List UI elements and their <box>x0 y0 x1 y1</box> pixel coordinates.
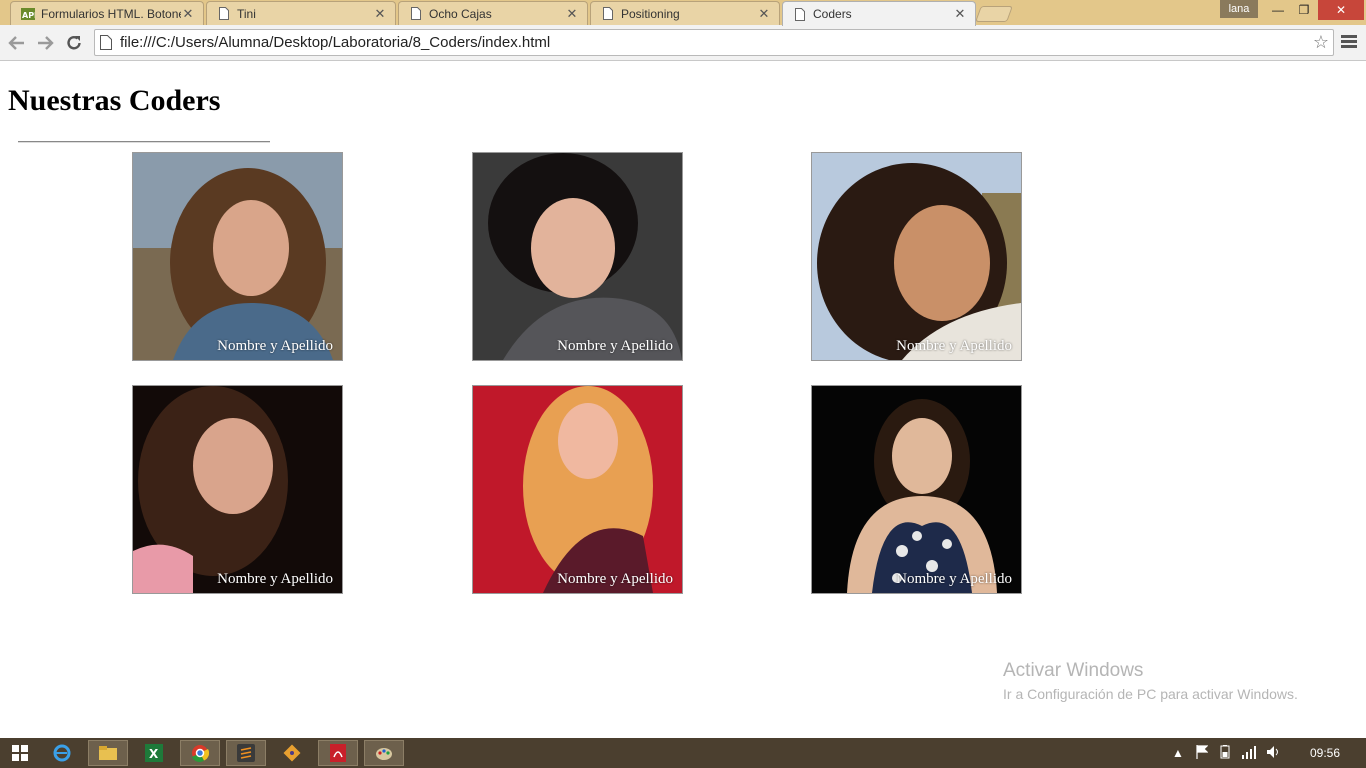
coder-card: Nombre y Apellido <box>132 385 343 594</box>
close-icon[interactable]: ✕ <box>757 6 771 21</box>
tab-title: Ocho Cajas <box>429 6 492 21</box>
coder-name: Nombre y Apellido <box>217 338 333 354</box>
close-icon[interactable]: ✕ <box>953 7 967 21</box>
tray-expand-icon[interactable]: ▲ <box>1172 746 1184 760</box>
page-content: Nuestras Coders Nombre y Apellido Nombre… <box>0 62 1366 738</box>
tab-ocho-cajas[interactable]: Ocho Cajas ✕ <box>398 1 588 25</box>
tab-title: Coders <box>813 7 852 21</box>
coder-name: Nombre y Apellido <box>217 571 333 587</box>
paint-icon[interactable] <box>364 740 404 766</box>
coder-card: Nombre y Apellido <box>811 385 1022 594</box>
address-bar[interactable]: file:///C:/Users/Alumna/Desktop/Laborato… <box>94 29 1334 56</box>
coder-photo <box>473 153 682 360</box>
internet-explorer-icon[interactable] <box>42 740 82 766</box>
user-badge[interactable]: lana <box>1220 0 1258 18</box>
reload-icon[interactable] <box>62 31 86 55</box>
start-windows-icon[interactable] <box>0 740 40 766</box>
bookmark-star-icon[interactable]: ☆ <box>1313 32 1329 53</box>
page-icon <box>409 7 423 21</box>
coder-photo <box>473 386 682 593</box>
file-explorer-icon[interactable] <box>88 740 128 766</box>
coder-photo <box>812 153 1021 360</box>
back-arrow-icon[interactable] <box>5 31 29 55</box>
restore-icon[interactable]: ❐ <box>1290 0 1318 20</box>
watermark-title: Activar Windows <box>1003 660 1144 681</box>
coder-name: Nombre y Apellido <box>557 338 673 354</box>
close-icon[interactable]: ✕ <box>181 6 195 21</box>
tab-formularios[interactable]: APR Formularios HTML. Botone ✕ <box>10 1 204 25</box>
network-signal-icon[interactable] <box>1241 745 1256 762</box>
coder-photo <box>133 153 342 360</box>
coder-card: Nombre y Apellido <box>132 152 343 361</box>
system-tray: ▲ <box>1172 738 1280 768</box>
close-icon[interactable]: ✕ <box>373 6 387 21</box>
coder-card: Nombre y Apellido <box>811 152 1022 361</box>
acrobat-icon[interactable] <box>318 740 358 766</box>
page-icon <box>100 35 112 55</box>
url-text[interactable]: file:///C:/Users/Alumna/Desktop/Laborato… <box>120 34 550 51</box>
svg-text:APR: APR <box>22 11 35 20</box>
forward-arrow-icon[interactable] <box>33 31 57 55</box>
volume-icon[interactable] <box>1266 745 1280 762</box>
close-icon[interactable]: ✕ <box>565 6 579 21</box>
windows-activation-watermark: Activar Windows Ir a Configuración de PC… <box>1003 660 1298 702</box>
coder-name: Nombre y Apellido <box>896 571 1012 587</box>
browser-toolbar: file:///C:/Users/Alumna/Desktop/Laborato… <box>0 25 1366 61</box>
minimize-icon[interactable]: — <box>1264 0 1292 20</box>
watermark-subtitle: Ir a Configuración de PC para activar Wi… <box>1003 686 1298 702</box>
page-icon <box>793 7 807 21</box>
tab-title: Formularios HTML. Botone <box>41 6 181 21</box>
page-title: Nuestras Coders <box>8 84 221 117</box>
excel-icon[interactable]: X <box>134 740 174 766</box>
menu-icon[interactable] <box>1338 33 1360 53</box>
new-tab-button[interactable] <box>975 6 1013 22</box>
tab-title: Positioning <box>621 6 680 21</box>
tab-coders[interactable]: Coders ✕ <box>782 1 976 26</box>
chrome-icon[interactable] <box>180 740 220 766</box>
apr-favicon-icon: APR <box>21 7 35 21</box>
taskbar: X ▲ 09:56 <box>0 738 1366 768</box>
page-icon <box>601 7 615 21</box>
divider <box>18 141 270 143</box>
tab-title: Tini <box>237 6 256 21</box>
tab-positioning[interactable]: Positioning ✕ <box>590 1 780 25</box>
coder-card: Nombre y Apellido <box>472 385 683 594</box>
coder-card: Nombre y Apellido <box>472 152 683 361</box>
battery-icon[interactable] <box>1218 744 1232 762</box>
action-center-flag-icon[interactable] <box>1196 744 1209 762</box>
git-icon[interactable] <box>272 740 312 766</box>
coder-name: Nombre y Apellido <box>557 571 673 587</box>
tab-tini[interactable]: Tini ✕ <box>206 1 396 25</box>
coder-photo <box>133 386 342 593</box>
clock[interactable]: 09:56 <box>1310 746 1340 760</box>
coder-photo <box>812 386 1021 593</box>
title-bar: APR Formularios HTML. Botone ✕ Tini ✕ Oc… <box>0 0 1366 26</box>
sublime-text-icon[interactable] <box>226 740 266 766</box>
page-icon <box>217 7 231 21</box>
window-close-icon[interactable]: ✕ <box>1318 0 1364 20</box>
coder-name: Nombre y Apellido <box>896 338 1012 354</box>
svg-text:X: X <box>149 747 159 761</box>
